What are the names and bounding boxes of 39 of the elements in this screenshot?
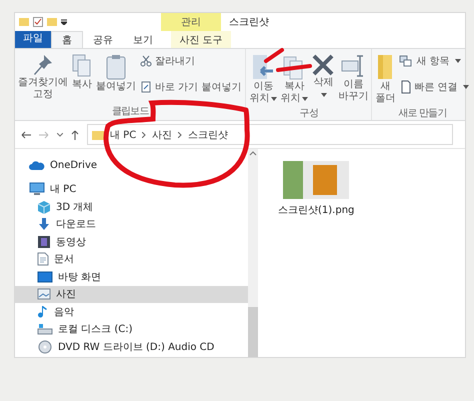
file-item[interactable]: 스크린샷(1).png [278, 161, 354, 217]
nav-item[interactable]: 로컬 디스크 (C:) [15, 320, 248, 338]
ribbon-button[interactable]: 복사 [70, 51, 94, 104]
nav-item[interactable]: DVD RW 드라이브 (D:) Audio CD [15, 338, 248, 356]
nav-item[interactable]: 동영상 [15, 233, 248, 250]
nav-item[interactable]: OneDrive [15, 157, 248, 174]
address-bar[interactable]: 내 PC 사진 스크린샷 [87, 124, 453, 145]
nav-item[interactable]: 음악 [15, 303, 248, 320]
ribbon-button[interactable]: 새 폴더 [374, 51, 396, 106]
nav-item[interactable]: 문서 [15, 250, 248, 268]
ribbon-button[interactable]: 붙여넣기 [95, 51, 137, 104]
breadcrumb[interactable]: 사진 [152, 128, 172, 142]
ribbon-button[interactable]: 삭제 [310, 51, 336, 106]
file-name: 스크린샷(1).png [278, 204, 354, 217]
nav-item[interactable]: 사진 [15, 286, 248, 303]
ribbon-tab[interactable]: 사진 도구 [171, 31, 231, 48]
ribbon-button[interactable]: 이름 바꾸기 [337, 51, 370, 106]
ribbon-button[interactable]: 즐겨찾기에 고정 [17, 51, 69, 104]
ribbon-small-button[interactable]: 바로 가기 붙여넣기 [138, 79, 244, 95]
breadcrumb[interactable]: 스크린샷 [188, 128, 228, 142]
group-label: 클립보드 [110, 105, 150, 119]
nav-item[interactable]: 3D 개체 [15, 198, 248, 216]
ribbon-tab[interactable]: 공유 [83, 31, 123, 48]
nav-item[interactable]: 내 PC [15, 180, 248, 198]
nav-item[interactable]: 다운로드 [15, 216, 248, 233]
group-label: 새로 만들기 [397, 107, 448, 121]
ribbon-tab[interactable]: 보기 [123, 31, 163, 48]
ribbon-button[interactable]: 복사 위치 [279, 51, 310, 106]
context-tab-header: 관리 [161, 13, 221, 31]
nav-item[interactable]: 바탕 화면 [15, 268, 248, 286]
ribbon-small-button[interactable]: 잘라내기 [138, 53, 244, 69]
ribbon-tab[interactable]: 홈 [51, 31, 83, 48]
ribbon-small-button[interactable]: 새 항목 [397, 53, 471, 69]
window-title: 스크린샷 [228, 16, 269, 30]
ribbon-tab[interactable]: 파일 [15, 31, 51, 48]
breadcrumb[interactable]: 내 PC [110, 128, 136, 142]
group-label: 구성 [298, 107, 320, 121]
ribbon-button[interactable]: 이동 위치 [248, 51, 278, 106]
ribbon-small-button[interactable]: 빠른 연결 [397, 79, 471, 95]
